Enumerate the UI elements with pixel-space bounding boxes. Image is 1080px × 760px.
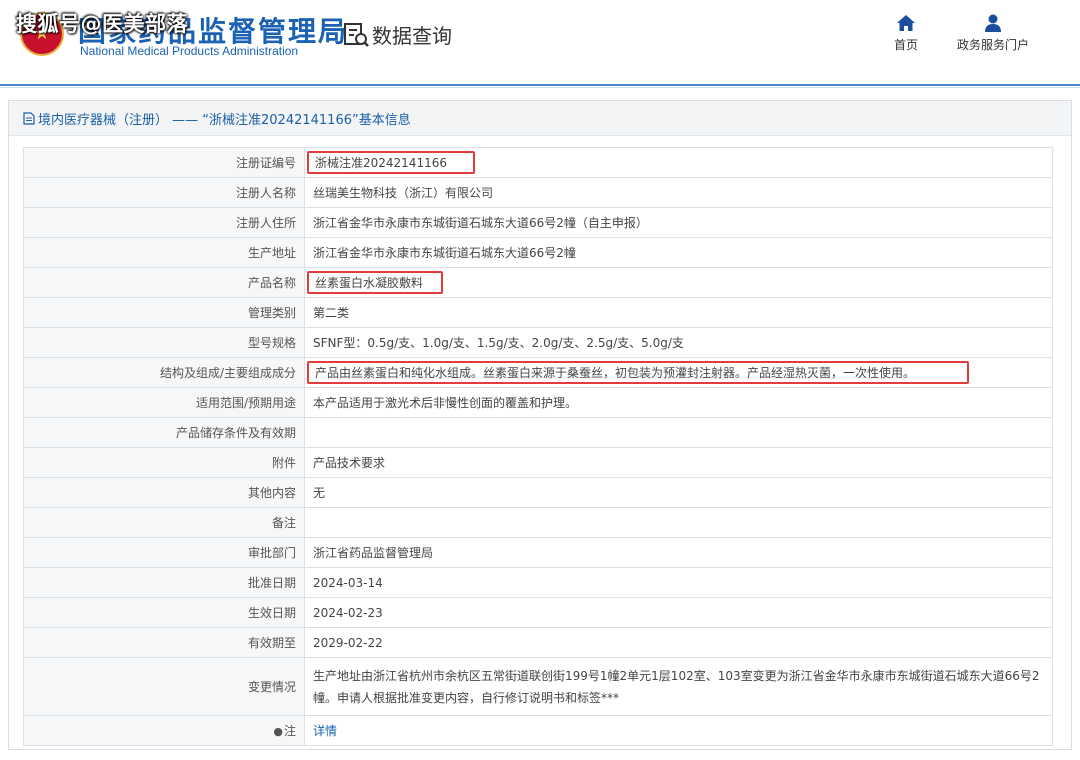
home-icon — [897, 15, 915, 31]
site-header: ★ 国家药品监督管理局 National Medical Products Ad… — [0, 0, 1080, 84]
table-row: 管理类别 第二类 — [23, 297, 1053, 328]
row-label: 管理类别 — [23, 297, 305, 328]
row-label: 附件 — [23, 447, 305, 478]
table-row: 附件 产品技术要求 — [23, 447, 1053, 478]
nav-home-link[interactable]: 首页 — [889, 14, 923, 53]
row-value[interactable]: 无 — [304, 477, 1053, 508]
row-label: 生效日期 — [23, 597, 305, 628]
row-label: 审批部门 — [23, 537, 305, 568]
row-value[interactable]: 浙械注准20242141166 — [304, 147, 1053, 178]
table-row: ●注 详情 — [23, 715, 1053, 746]
table-row: 生效日期 2024-02-23 — [23, 597, 1053, 628]
row-value[interactable]: 本产品适用于激光术后非慢性创面的覆盖和护理。 — [304, 387, 1053, 418]
table-row: 注册证编号 浙械注准20242141166 — [23, 147, 1053, 178]
device-info-panel: 境内医疗器械（注册） —— “浙械注准20242141166”基本信息 注册证编… — [8, 100, 1072, 750]
data-query-title: 数据查询 — [342, 20, 452, 49]
row-value[interactable]: 第二类 — [304, 297, 1053, 328]
table-row: 产品储存条件及有效期 — [23, 417, 1053, 448]
row-label: 有效期至 — [23, 627, 305, 658]
document-search-icon — [344, 22, 369, 47]
row-label: 注册人住所 — [23, 207, 305, 238]
nav-home-label: 首页 — [893, 38, 918, 52]
row-value[interactable]: 浙江省金华市永康市东城街道石城东大道66号2幢（自主申报） — [304, 207, 1053, 238]
table-row: 变更情况 生产地址由浙江省杭州市余杭区五常街道联创街199号1幢2单元1层102… — [23, 657, 1053, 716]
row-value[interactable] — [304, 507, 1053, 538]
pin-icon: ● — [273, 725, 283, 738]
row-value[interactable]: 产品技术要求 — [304, 447, 1053, 478]
change-description: 生产地址由浙江省杭州市余杭区五常街道联创街199号1幢2单元1层102室、103… — [313, 668, 1040, 705]
row-value[interactable]: 2024-02-23 — [304, 597, 1053, 628]
data-query-label: 数据查询 — [372, 24, 452, 48]
header-divider-light — [0, 87, 1080, 88]
product-name-highlight: 丝素蛋白水凝胶敷料 — [307, 271, 444, 294]
row-value[interactable]: 产品由丝素蛋白和纯化水组成。丝素蛋白来源于桑蚕丝，初包装为预灌封注射器。产品经湿… — [304, 357, 1053, 388]
agency-name-en[interactable]: National Medical Products Administration — [80, 44, 298, 58]
row-label: 适用范围/预期用途 — [23, 387, 305, 418]
device-info-table: 注册证编号 浙械注准20242141166 注册人名称 丝瑞美生物科技（浙江）有… — [23, 147, 1053, 746]
table-row: 审批部门 浙江省药品监督管理局 — [23, 537, 1053, 568]
row-label: 结构及组成/主要组成成分 — [23, 357, 305, 388]
table-row: 产品名称 丝素蛋白水凝胶敷料 — [23, 267, 1053, 298]
row-value[interactable]: 丝素蛋白水凝胶敷料 — [304, 267, 1053, 298]
row-value: 详情 — [304, 715, 1053, 746]
row-label: 产品名称 — [23, 267, 305, 298]
registration-number-highlight: 浙械注准20242141166 — [307, 151, 475, 174]
user-icon — [985, 14, 1001, 32]
row-label: 产品储存条件及有效期 — [23, 417, 305, 448]
table-row: 生产地址 浙江省金华市永康市东城街道石城东大道66号2幢 — [23, 237, 1053, 268]
table-row: 批准日期 2024-03-14 — [23, 567, 1053, 598]
table-row: 备注 — [23, 507, 1053, 538]
table-row: 有效期至 2029-02-22 — [23, 627, 1053, 658]
composition-highlight: 产品由丝素蛋白和纯化水组成。丝素蛋白来源于桑蚕丝，初包装为预灌封注射器。产品经湿… — [307, 361, 970, 384]
row-label: 批准日期 — [23, 567, 305, 598]
row-value[interactable]: SFNF型：0.5g/支、1.0g/支、1.5g/支、2.0g/支、2.5g/支… — [304, 327, 1053, 358]
note-label: 注 — [283, 724, 296, 738]
row-label: 生产地址 — [23, 237, 305, 268]
row-label: 型号规格 — [23, 327, 305, 358]
table-row: 型号规格 SFNF型：0.5g/支、1.0g/支、1.5g/支、2.0g/支、2… — [23, 327, 1053, 358]
row-label: 变更情况 — [23, 657, 305, 716]
row-value[interactable]: 丝瑞美生物科技（浙江）有限公司 — [304, 177, 1053, 208]
table-row: 适用范围/预期用途 本产品适用于激光术后非慢性创面的覆盖和护理。 — [23, 387, 1053, 418]
row-value[interactable]: 生产地址由浙江省杭州市余杭区五常街道联创街199号1幢2单元1层102室、103… — [304, 657, 1053, 716]
row-label: 其他内容 — [23, 477, 305, 508]
nav-portal-label: 政务服务门户 — [956, 38, 1029, 52]
table-row: 结构及组成/主要组成成分 产品由丝素蛋白和纯化水组成。丝素蛋白来源于桑蚕丝，初包… — [23, 357, 1053, 388]
row-value[interactable]: 2029-02-22 — [304, 627, 1053, 658]
watermark-text: 搜狐号@医美部落 — [16, 12, 188, 36]
panel-title-bar: 境内医疗器械（注册） —— “浙械注准20242141166”基本信息 — [9, 101, 1071, 136]
row-label-note: ●注 — [23, 715, 305, 746]
row-value[interactable] — [304, 417, 1053, 448]
row-label: 备注 — [23, 507, 305, 538]
panel-title: 境内医疗器械（注册） —— “浙械注准20242141166”基本信息 — [38, 112, 411, 128]
row-value[interactable]: 浙江省药品监督管理局 — [304, 537, 1053, 568]
nav-portal-link[interactable]: 政务服务门户 — [952, 14, 1034, 53]
row-label: 注册人名称 — [23, 177, 305, 208]
row-value[interactable]: 浙江省金华市永康市东城街道石城东大道66号2幢 — [304, 237, 1053, 268]
row-label: 注册证编号 — [23, 147, 305, 178]
document-icon — [23, 111, 35, 125]
table-row: 注册人住所 浙江省金华市永康市东城街道石城东大道66号2幢（自主申报） — [23, 207, 1053, 238]
header-divider — [0, 84, 1080, 86]
table-row: 其他内容 无 — [23, 477, 1053, 508]
table-row: 注册人名称 丝瑞美生物科技（浙江）有限公司 — [23, 177, 1053, 208]
details-link[interactable]: 详情 — [313, 724, 337, 738]
row-value[interactable]: 2024-03-14 — [304, 567, 1053, 598]
